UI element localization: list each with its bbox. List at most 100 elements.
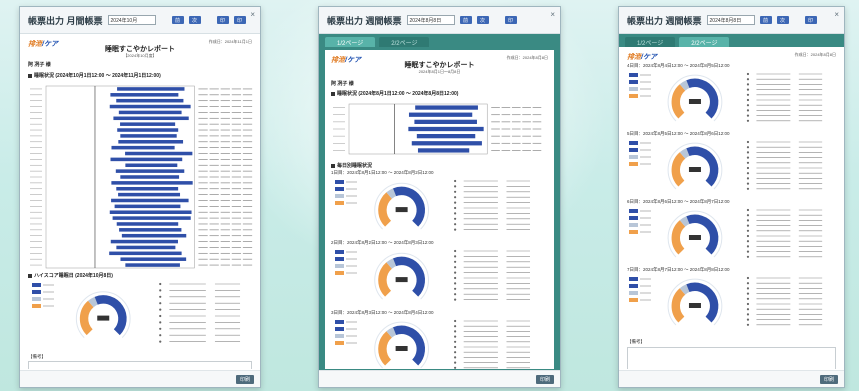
daily-donut-block-5 bbox=[629, 140, 823, 190]
metric-icon bbox=[454, 223, 457, 226]
sleep-bar bbox=[115, 169, 185, 173]
sleep-bar bbox=[110, 93, 179, 97]
donut-segment-awake bbox=[378, 262, 393, 297]
next-button[interactable]: 次 bbox=[776, 16, 789, 24]
logo: 排泄/ケア bbox=[627, 54, 657, 61]
donut-center-label bbox=[97, 315, 110, 321]
prev-button[interactable]: 前 bbox=[171, 16, 184, 24]
print-button[interactable]: 印刷 bbox=[535, 375, 554, 384]
metric-icon bbox=[454, 217, 457, 220]
print-button[interactable]: 印刷 bbox=[235, 375, 254, 384]
donut-segment-awake bbox=[671, 152, 686, 187]
sleep-bar bbox=[118, 140, 184, 144]
sleep-bar bbox=[411, 141, 482, 146]
daily-donut-block-7 bbox=[629, 276, 823, 326]
sleep-bar bbox=[415, 105, 478, 110]
month-select[interactable]: 2024年10月 bbox=[107, 15, 156, 25]
daily-donut-block-4 bbox=[629, 72, 823, 122]
sleep-bar bbox=[120, 175, 180, 179]
print-button[interactable]: 印刷 bbox=[819, 375, 838, 384]
legend-swatch bbox=[629, 141, 638, 145]
report-area: 排泄/ケア 作成日：2024年11月1日 睡眠すこやかレポート 【2024年10… bbox=[20, 34, 260, 371]
metric-icon bbox=[746, 119, 750, 122]
next-button[interactable]: 次 bbox=[188, 16, 201, 24]
metric-icon bbox=[454, 260, 457, 263]
report-subtitle: 【2024年10月度】 bbox=[123, 53, 157, 58]
metric-icon bbox=[746, 146, 750, 149]
donut-segment-light bbox=[386, 188, 397, 199]
sleep-bar bbox=[110, 239, 178, 244]
page-tabs: 1/2ページ 2/2ページ bbox=[319, 34, 560, 48]
print-preview-button[interactable]: 印 bbox=[216, 16, 229, 24]
sleep-bar bbox=[125, 163, 178, 168]
report-area: 排泄/ケア 作成日：2024年8月8日 睡眠すこやかレポート 2024年8月1日… bbox=[319, 47, 560, 371]
legend-swatch bbox=[629, 148, 638, 152]
sleep-bar bbox=[120, 257, 187, 261]
report-paper: 排泄/ケア 作成日：2024年11月1日 睡眠すこやかレポート 【2024年10… bbox=[22, 34, 258, 369]
legend-swatch bbox=[32, 283, 41, 287]
metric-icon bbox=[159, 308, 162, 311]
metric-icon bbox=[746, 88, 750, 91]
legend-swatch bbox=[335, 320, 344, 324]
donut-segment-awake bbox=[79, 300, 94, 336]
legend-swatch bbox=[629, 230, 638, 234]
metric-icon bbox=[454, 345, 457, 349]
metric-icon bbox=[454, 271, 457, 274]
legend-swatch bbox=[629, 73, 638, 77]
remarks-box[interactable] bbox=[28, 361, 252, 369]
metric-icon bbox=[746, 156, 750, 159]
metric-icon bbox=[746, 151, 750, 154]
legend-swatch bbox=[335, 271, 344, 275]
remarks-label: 【備考】 bbox=[28, 354, 46, 359]
daily-donut-block-6 bbox=[629, 208, 823, 258]
metric-icon bbox=[454, 282, 457, 285]
donut-segment-light bbox=[679, 80, 690, 91]
bottom-bar: 印刷 bbox=[619, 370, 844, 387]
export-button[interactable]: 印 bbox=[233, 16, 246, 24]
metric-icon bbox=[454, 287, 457, 290]
metric-icon bbox=[454, 366, 457, 369]
metric-icon bbox=[454, 335, 457, 338]
metric-icon bbox=[454, 351, 457, 354]
sleep-bar bbox=[125, 263, 180, 267]
sleep-bar bbox=[121, 233, 187, 238]
date-select[interactable]: 2024年8月8日 bbox=[706, 15, 755, 25]
daily-donut-block-3 bbox=[335, 319, 531, 369]
donut-segment-light bbox=[679, 148, 690, 159]
metric-icon bbox=[454, 185, 457, 188]
window-titlebar: 帳票出力 月間帳票 2024年10月 前 次 印 印 bbox=[20, 7, 260, 34]
prev-button[interactable]: 前 bbox=[459, 16, 472, 24]
close-icon[interactable]: × bbox=[250, 10, 255, 19]
daily-donut-block-1 bbox=[335, 179, 531, 231]
print-preview-button[interactable]: 印 bbox=[804, 16, 817, 24]
sleep-bar bbox=[116, 222, 179, 226]
legend-swatch bbox=[32, 290, 41, 294]
metric-icon bbox=[746, 255, 750, 258]
report-subtitle: 2024年8月1日～8月8日 bbox=[418, 69, 461, 74]
donut-segment-awake bbox=[671, 288, 686, 323]
metric-icon bbox=[746, 208, 750, 212]
metric-icon bbox=[454, 330, 457, 333]
metric-icon bbox=[454, 319, 457, 323]
remarks-box[interactable] bbox=[627, 347, 836, 369]
legend-swatch bbox=[32, 297, 41, 301]
close-icon[interactable]: × bbox=[550, 10, 555, 19]
legend-swatch bbox=[629, 223, 638, 227]
close-icon[interactable]: × bbox=[834, 10, 839, 19]
sleep-bar bbox=[118, 192, 181, 197]
metric-icon bbox=[159, 289, 162, 292]
legend-swatch bbox=[629, 87, 638, 91]
next-button[interactable]: 次 bbox=[476, 16, 489, 24]
weekly-report-window-page2: 帳票出力 週間帳票 2024年8月8日 前 次 印 × 1/2ページ 2/2ペー… bbox=[618, 6, 845, 388]
sleep-bar bbox=[117, 128, 179, 132]
sleep-bar bbox=[417, 148, 470, 153]
prev-button[interactable]: 前 bbox=[759, 16, 772, 24]
legend-swatch bbox=[335, 341, 344, 345]
donut-segment-light bbox=[386, 327, 397, 338]
print-preview-button[interactable]: 印 bbox=[504, 16, 517, 24]
bottom-bar: 印刷 bbox=[319, 370, 560, 387]
date-select[interactable]: 2024年8月8日 bbox=[406, 15, 455, 25]
window-title: 帳票出力 週間帳票 bbox=[627, 15, 702, 26]
legend-swatch bbox=[629, 284, 638, 288]
legend-swatch bbox=[335, 201, 344, 205]
